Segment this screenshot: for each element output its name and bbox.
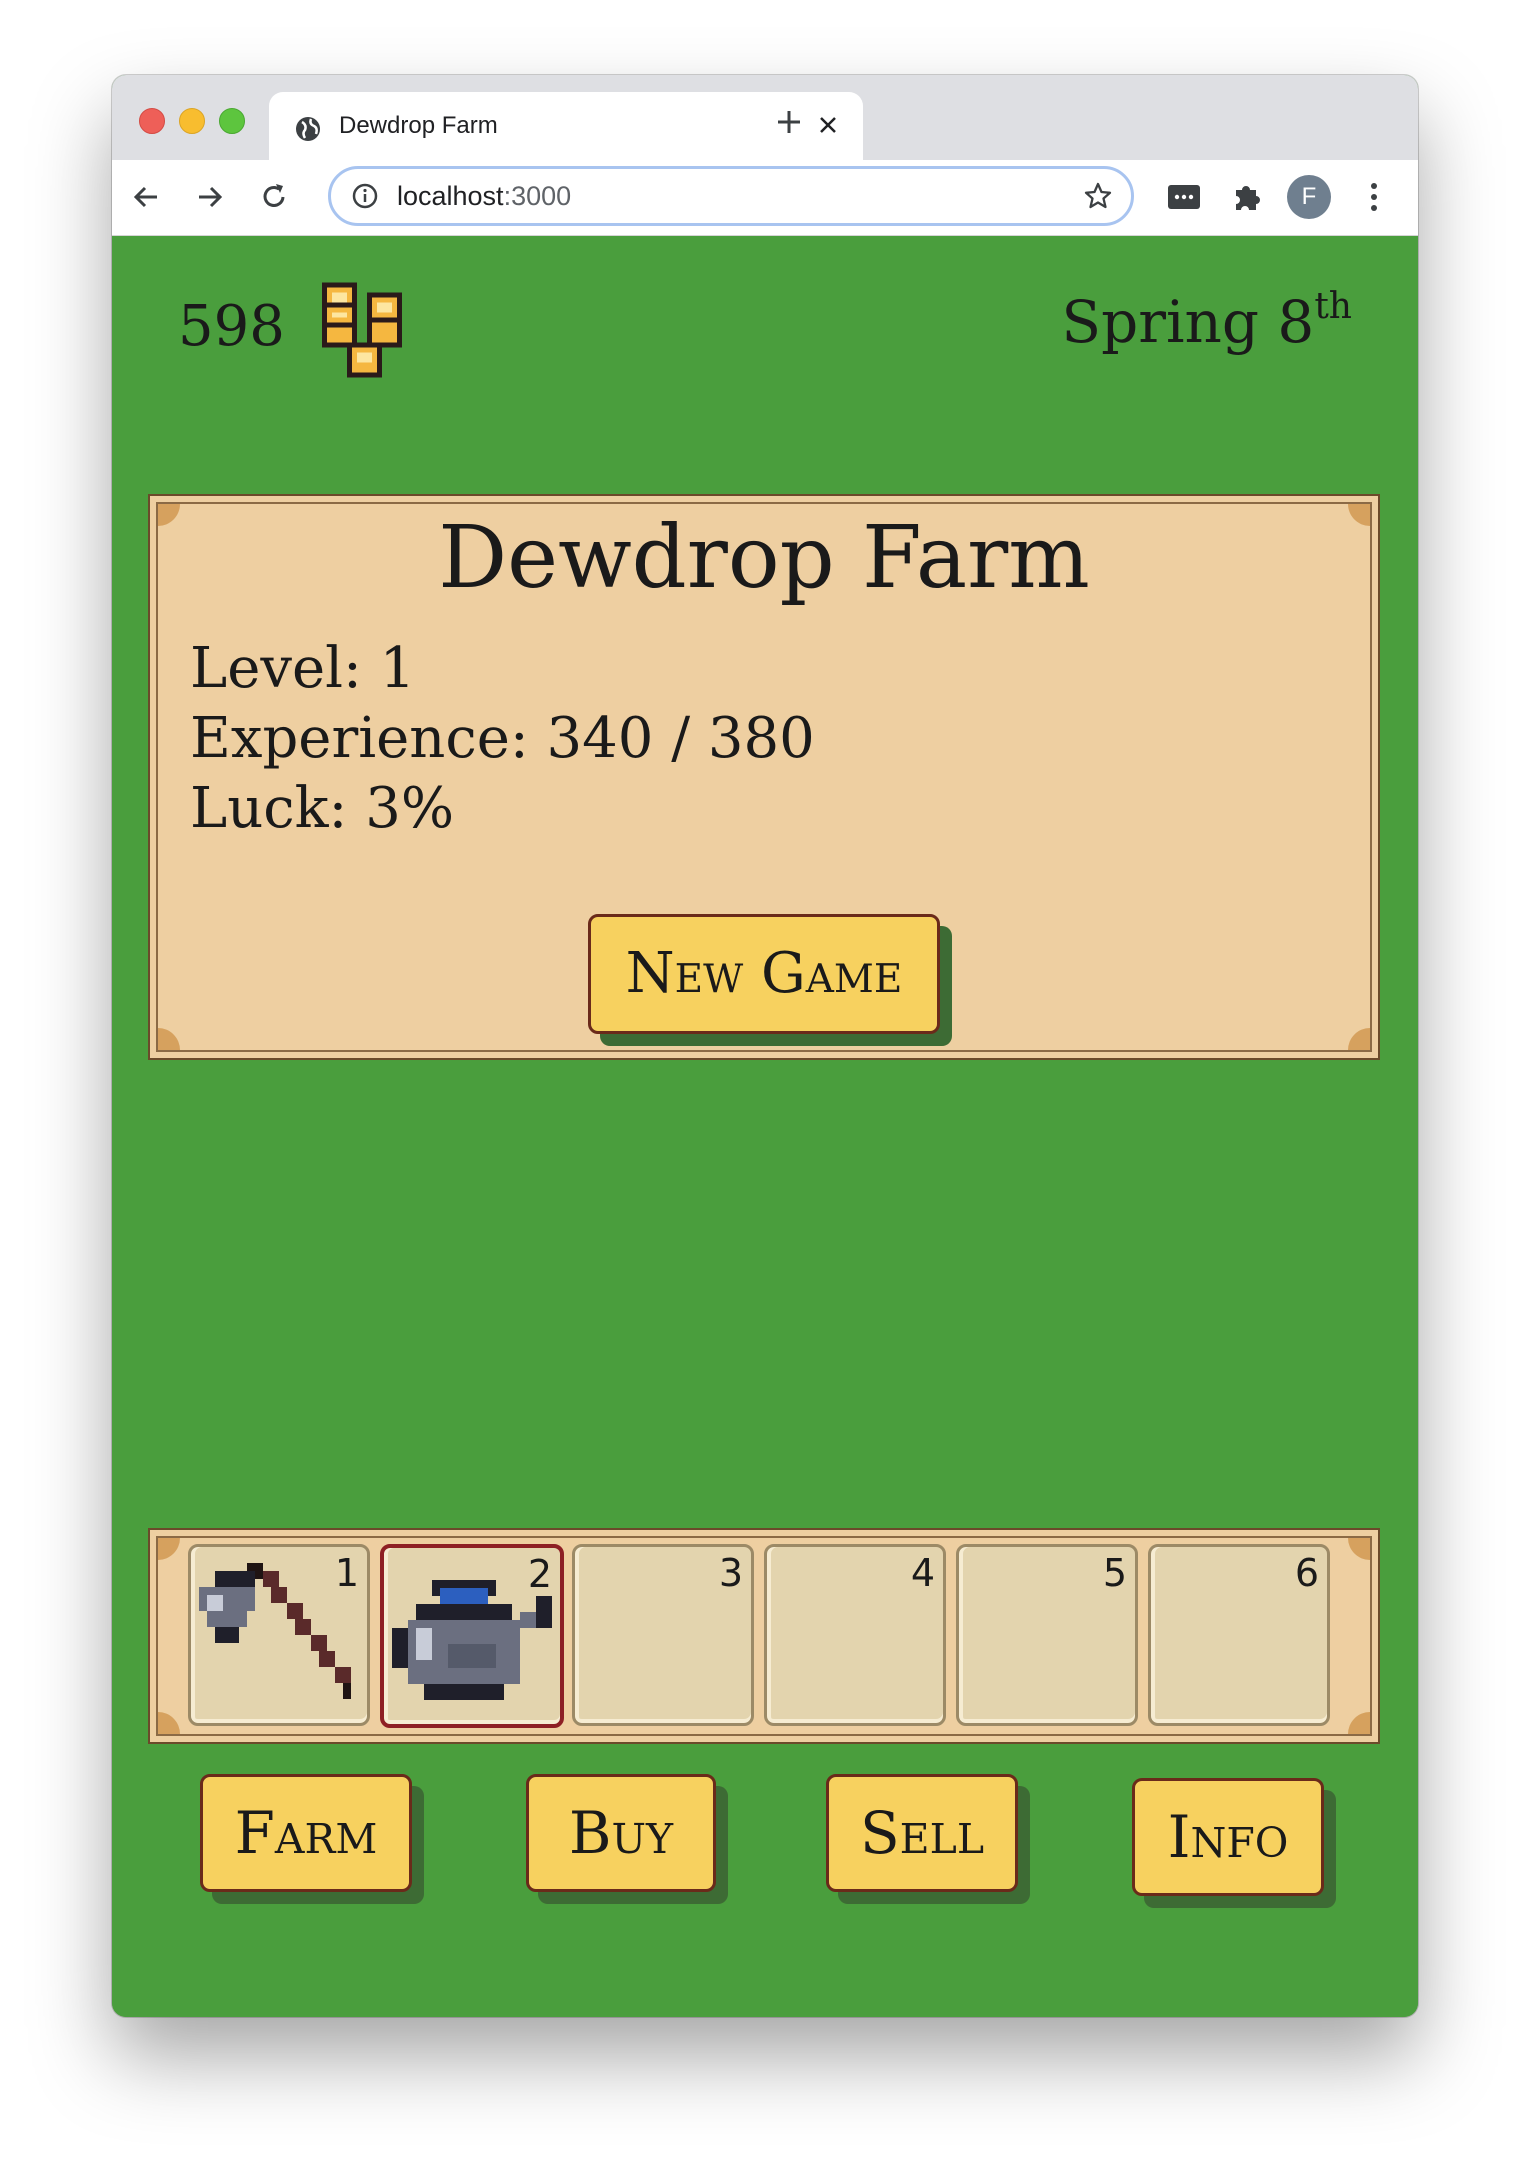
slot-number: 3 xyxy=(718,1551,743,1595)
buy-button[interactable]: Buy xyxy=(526,1774,716,1892)
url-host: localhost xyxy=(397,181,504,211)
slot-number: 4 xyxy=(910,1551,935,1595)
farm-button[interactable]: Farm xyxy=(200,1774,412,1892)
more-menu-icon[interactable] xyxy=(1362,180,1386,214)
browser-window: Dewdrop Farm localhost:3000 F 598 Spring… xyxy=(112,75,1418,2017)
reload-icon[interactable] xyxy=(257,180,291,214)
info-button[interactable]: Info xyxy=(1132,1778,1324,1896)
puzzle-extensions-icon[interactable] xyxy=(1228,178,1266,216)
close-window-button[interactable] xyxy=(139,108,165,134)
hotbar-slot-4[interactable]: 4 xyxy=(764,1544,946,1726)
site-info-icon[interactable] xyxy=(351,182,379,210)
level-stat: Level: 1 xyxy=(190,636,416,701)
minimize-window-button[interactable] xyxy=(179,108,205,134)
slot-number: 2 xyxy=(527,1552,552,1596)
luck-stat: Luck: 3% xyxy=(190,776,455,841)
farm-title: Dewdrop Farm xyxy=(438,508,1090,608)
maximize-window-button[interactable] xyxy=(219,108,245,134)
slot-number: 1 xyxy=(334,1551,359,1595)
panel-corner xyxy=(1348,1712,1370,1734)
game-area: 598 Spring 8th Dewdrop Farm Level: 1 Exp… xyxy=(112,236,1418,2017)
panel-corner xyxy=(1348,1028,1370,1050)
gold-coins-icon xyxy=(322,282,402,378)
hotbar-slot-3[interactable]: 3 xyxy=(572,1544,754,1726)
extension-password-icon[interactable] xyxy=(1165,178,1203,216)
gold-amount: 598 xyxy=(178,294,285,359)
sell-button[interactable]: Sell xyxy=(826,1774,1018,1892)
tab-bar: Dewdrop Farm xyxy=(112,75,1418,162)
panel-corner xyxy=(1348,1538,1370,1560)
browser-toolbar: localhost:3000 F xyxy=(112,160,1418,236)
address-bar[interactable]: localhost:3000 xyxy=(328,166,1134,226)
globe-icon xyxy=(296,117,320,141)
back-arrow-icon[interactable] xyxy=(129,180,163,214)
farm-info-panel: Dewdrop Farm Level: 1 Experience: 340 / … xyxy=(148,494,1380,1060)
hotbar-slot-6[interactable]: 6 xyxy=(1148,1544,1330,1726)
forward-arrow-icon[interactable] xyxy=(193,180,227,214)
hotbar-slot-1[interactable]: 1 xyxy=(188,1544,370,1726)
tab-title: Dewdrop Farm xyxy=(339,112,498,139)
hotbar-slot-5[interactable]: 5 xyxy=(956,1544,1138,1726)
slot-number: 5 xyxy=(1102,1551,1127,1595)
new-tab-icon[interactable] xyxy=(774,107,804,137)
bookmark-star-icon[interactable] xyxy=(1083,181,1113,211)
date-suffix: th xyxy=(1314,285,1352,327)
url-port: :3000 xyxy=(503,181,572,211)
url-text: localhost:3000 xyxy=(397,181,571,212)
date-season: Spring 8 xyxy=(1061,288,1315,356)
season-date: Spring 8th xyxy=(1061,285,1352,356)
experience-stat: Experience: 340 / 380 xyxy=(190,706,815,771)
panel-corner xyxy=(158,1712,180,1734)
profile-avatar[interactable]: F xyxy=(1287,175,1331,219)
panel-corner xyxy=(158,1538,180,1560)
inventory-hotbar: 1 2 3 4 5 6 xyxy=(148,1528,1380,1744)
panel-corner xyxy=(158,1028,180,1050)
close-tab-icon[interactable] xyxy=(813,110,843,140)
new-game-button[interactable]: New Game xyxy=(588,914,940,1034)
hotbar-slot-2[interactable]: 2 xyxy=(380,1544,564,1728)
slot-number: 6 xyxy=(1294,1551,1319,1595)
